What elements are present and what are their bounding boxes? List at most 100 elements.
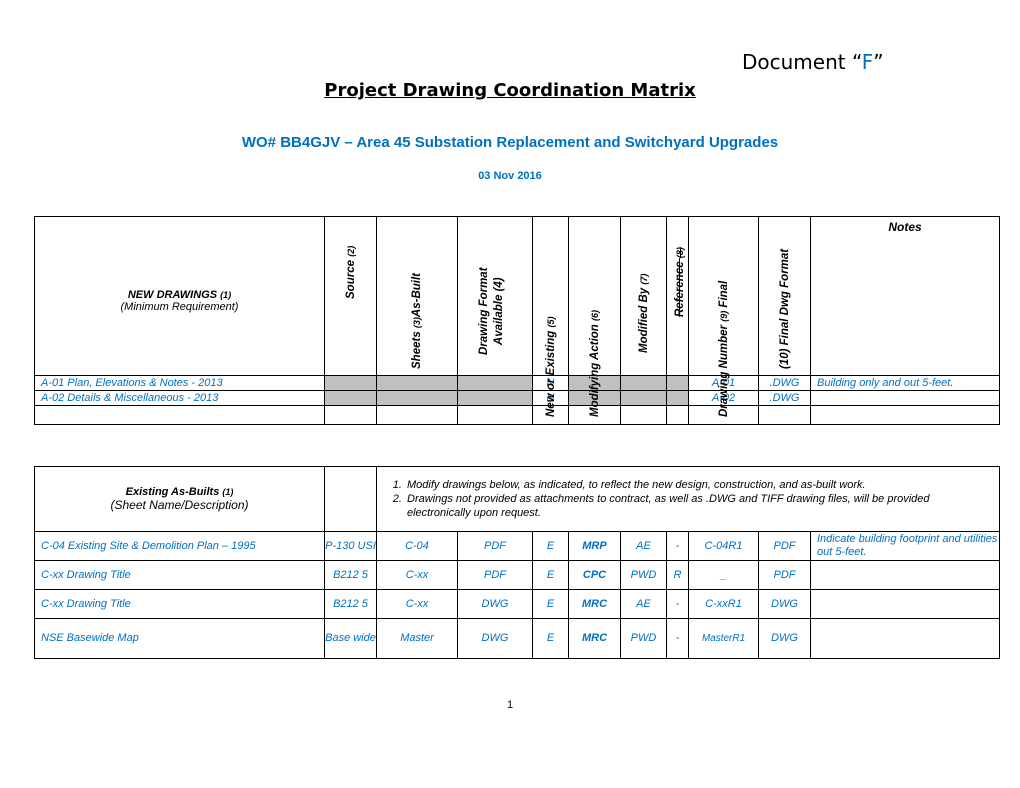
table-row: C-04 Existing Site & Demolition Plan – 1… <box>34 531 1001 561</box>
col-modified-by: Modified By (7) <box>620 216 667 376</box>
empty-cell <box>324 405 377 425</box>
empty-cell <box>758 405 811 425</box>
new-or-existing: E <box>532 618 569 659</box>
shaded-cell <box>376 390 458 406</box>
row-notes <box>809 618 1001 659</box>
table-row: A-01 Plan, Elevations & Notes - 2013 N A… <box>34 375 1000 391</box>
final-format: .DWG <box>758 390 811 406</box>
new-drawings-heading: NEW DRAWINGS <box>127 289 218 301</box>
col-format-label: Drawing Format <box>478 267 490 355</box>
new-drawings-subheading: (Minimum Requirement) <box>120 301 239 313</box>
new-drawings-table: NEW DRAWINGS (1) (Minimum Requirement) S… <box>34 216 1000 425</box>
drawing-title: C-xx Drawing Title <box>34 560 325 590</box>
drawing-number: C-xxR1 <box>688 589 759 619</box>
format: PDF <box>457 531 533 561</box>
col-reference: Reference (8) <box>666 216 689 376</box>
shaded-cell <box>666 390 689 406</box>
empty-cell <box>666 405 689 425</box>
final-format: DWG <box>758 589 811 619</box>
drawing-title: NSE Basewide Map <box>34 618 325 659</box>
source: B212 5 <box>324 560 377 590</box>
sheets: Master <box>376 618 458 659</box>
reference: - <box>666 589 689 619</box>
final-format: DWG <box>758 618 811 659</box>
col-new-existing-label: New or Existing <box>544 330 557 417</box>
final-format: .DWG <box>758 375 811 391</box>
source: B212 5 <box>324 589 377 619</box>
instructions-list: Modify drawings below, as indicated, to … <box>377 478 999 520</box>
shaded-cell <box>620 375 667 391</box>
col-final-format-note: (10) <box>778 348 791 369</box>
page-title: Project Drawing Coordination Matrix <box>324 80 696 101</box>
final-format: PDF <box>758 560 811 590</box>
drawing-title <box>34 405 325 425</box>
table-row: A-02 Details & Miscellaneous - 2013 N A-… <box>34 390 1000 406</box>
sheets: C-xx <box>376 589 458 619</box>
instruction-item: Drawings not provided as attachments to … <box>405 492 993 520</box>
shaded-cell <box>457 375 533 391</box>
row-notes: Building only and out 5-feet. <box>810 375 1000 391</box>
sheets: C-xx <box>376 560 458 590</box>
document-date: 03 Nov 2016 <box>478 170 542 182</box>
shaded-cell <box>457 390 533 406</box>
header-row: NEW DRAWINGS (1) (Minimum Requirement) S… <box>34 216 1000 417</box>
instruction-item: Modify drawings below, as indicated, to … <box>405 478 993 492</box>
modified-by: AE <box>620 589 667 619</box>
project-subtitle: WO# BB4GJV – Area 45 Substation Replacem… <box>241 134 779 151</box>
document-label-suffix: ” <box>873 50 884 74</box>
document-label: Document “F” <box>742 50 884 74</box>
reference: R <box>666 560 689 590</box>
shaded-cell <box>324 390 377 406</box>
col-modified-by-label: Modified By <box>637 287 650 353</box>
col-reference-label: Reference <box>673 261 686 317</box>
col-drawing-number-note: (9) <box>718 310 729 322</box>
col-final-format-label: Final Dwg Format <box>778 248 791 346</box>
drawing-number: C-04R1 <box>688 531 759 561</box>
col-action-label: Modifying Action <box>588 324 601 417</box>
col-sheets-label2: As-Built <box>411 272 423 318</box>
existing-subheading: (Sheet Name/Description) <box>110 498 249 512</box>
shaded-cell <box>620 390 667 406</box>
empty-cell <box>810 405 1000 425</box>
col-modified-by-note: (7) <box>638 273 649 285</box>
final-format: PDF <box>758 531 811 561</box>
new-or-existing: E <box>532 531 569 561</box>
col-modifying-action: Modifying Action (6) <box>568 216 621 417</box>
col-source: Source (2) <box>324 216 377 376</box>
col-drawing-format: Drawing Format Available (4) <box>457 216 533 376</box>
empty-cell <box>376 405 458 425</box>
format: DWG <box>457 589 533 619</box>
col-drawing-number-label2: Final <box>717 280 730 308</box>
shaded-cell <box>324 375 377 391</box>
existing-asbuilts-table: Existing As-Builts (1) (Sheet Name/Descr… <box>34 466 1001 659</box>
source: P-130 USI <box>324 531 377 561</box>
modified-by: AE <box>620 531 667 561</box>
reference: - <box>666 618 689 659</box>
col-source-note: (2) <box>345 245 356 257</box>
format: DWG <box>457 618 533 659</box>
new-drawings-note: (1) <box>220 290 232 300</box>
existing-heading-cell: Existing As-Builts (1) (Sheet Name/Descr… <box>34 466 325 532</box>
drawing-title: A-01 Plan, Elevations & Notes - 2013 <box>34 375 325 391</box>
drawing-number: MasterR1 <box>688 618 759 659</box>
shaded-cell <box>666 375 689 391</box>
col-final-format: (10) Final Dwg Format <box>758 216 811 376</box>
table-row: C-xx Drawing Title B212 5 C-xx PDF E CPC… <box>34 560 1001 590</box>
new-or-existing: E <box>532 560 569 590</box>
source: Base wide <box>324 618 377 659</box>
shaded-cell <box>376 375 458 391</box>
new-or-existing: E <box>532 589 569 619</box>
modified-by: PWD <box>620 618 667 659</box>
modifying-action: MRP <box>568 531 621 561</box>
col-action-note: (6) <box>589 309 600 321</box>
col-new-or-existing: New or Existing (5) <box>532 216 569 417</box>
table-row: NSE Basewide Map Base wide Master DWG E … <box>34 618 1001 659</box>
table-row: C-xx Drawing Title B212 5 C-xx DWG E MRC… <box>34 589 1001 619</box>
existing-heading: Existing As-Builts <box>125 486 220 498</box>
row-notes <box>809 560 1001 590</box>
modified-by: PWD <box>620 560 667 590</box>
header-row: Existing As-Builts (1) (Sheet Name/Descr… <box>34 466 1001 532</box>
drawing-title: C-xx Drawing Title <box>34 589 325 619</box>
drawing-number: _ <box>688 560 759 590</box>
empty-cell <box>620 405 667 425</box>
